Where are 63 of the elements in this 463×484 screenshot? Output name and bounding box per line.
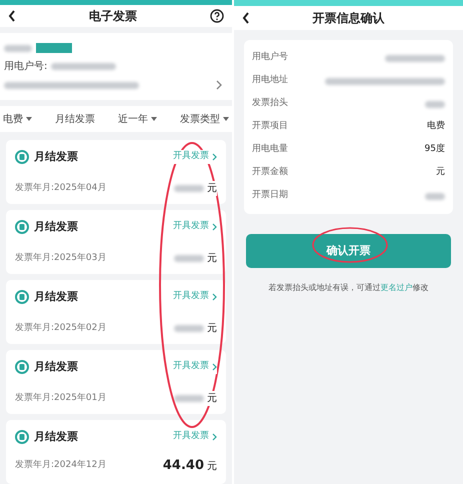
field-label: 用电户号 [252, 51, 288, 64]
invoice-title: 月结发票 [34, 428, 78, 445]
field-label: 开票项目 [252, 120, 288, 134]
chevron-icon[interactable] [216, 80, 222, 90]
currency-unit: 元 [207, 180, 217, 196]
help-icon[interactable] [210, 9, 224, 24]
redacted-text [4, 44, 32, 52]
chevron-icon [212, 433, 217, 442]
invoice-icon [15, 220, 29, 234]
field-label: 用电电量 [252, 143, 288, 156]
redacted-text [174, 254, 204, 262]
invoice-card[interactable]: 月结发票 开具发票 发票年月:2024年12月 44.40 元 [6, 420, 226, 484]
redacted-text [425, 100, 445, 108]
account-label: 用电户号: [4, 60, 48, 74]
field-label: 开票金额 [252, 166, 288, 180]
filter-dropdown[interactable]: 月结发票 [55, 112, 95, 127]
field-label: 发票抬头 [252, 97, 288, 110]
invoice-period: 发票年月:2025年02月 [15, 322, 106, 335]
chevron-icon [212, 153, 217, 162]
redacted-text [174, 324, 204, 332]
page-title: 电子发票 [89, 8, 137, 26]
invoice-amount: 44.40 [162, 457, 204, 476]
account-badge [36, 43, 72, 54]
field-value: 95度 [424, 143, 445, 156]
back-icon[interactable] [242, 12, 250, 24]
field-value: 元 [436, 166, 445, 180]
filter-dropdown[interactable]: 发票类型 [180, 112, 229, 127]
invoice-period: 发票年月:2025年01月 [15, 392, 106, 405]
caret-icon [151, 117, 157, 122]
invoice-period: 发票年月:2025年03月 [15, 252, 106, 265]
invoice-title: 月结发票 [34, 288, 78, 305]
caret-icon [26, 117, 32, 122]
field-value: 电费 [427, 120, 445, 134]
invoice-icon [15, 360, 29, 374]
invoice-period: 发票年月:2025年04月 [15, 182, 106, 195]
chevron-icon [212, 223, 217, 232]
invoice-icon [15, 150, 29, 164]
filter-dropdown[interactable]: 近一年 [118, 112, 157, 127]
invoice-icon [15, 430, 29, 444]
redacted-text [425, 192, 445, 200]
redacted-text [385, 54, 445, 62]
chevron-icon [212, 363, 217, 372]
back-icon[interactable] [8, 10, 16, 22]
caret-icon [223, 117, 229, 122]
invoice-card[interactable]: 月结发票 开具发票 发票年月:2025年01月 元 [6, 350, 226, 414]
invoice-title: 月结发票 [34, 218, 78, 235]
currency-unit: 元 [207, 390, 217, 406]
field-label: 开票日期 [252, 189, 288, 202]
chevron-icon [212, 293, 217, 302]
correction-note: 若发票抬头或地址有误，可通过更名过户修改 [268, 282, 430, 294]
invoice-icon [15, 290, 29, 304]
invoice-period: 发票年月:2024年12月 [15, 459, 106, 472]
redacted-text [174, 184, 204, 192]
invoice-card[interactable]: 月结发票 开具发票 发票年月:2025年02月 元 [6, 280, 226, 344]
redacted-text [174, 394, 204, 402]
invoice-card[interactable]: 月结发票 开具发票 发票年月:2025年03月 元 [6, 210, 226, 274]
page-title: 开票信息确认 [312, 10, 386, 27]
filter-dropdown[interactable]: 电费 [3, 112, 32, 127]
invoice-card[interactable]: 月结发票 开具发票 发票年月:2025年04月 元 [6, 140, 226, 204]
redacted-text [51, 63, 116, 70]
invoice-title: 月结发票 [34, 148, 78, 165]
field-label: 用电地址 [252, 74, 288, 88]
invoice-title: 月结发票 [34, 358, 78, 375]
